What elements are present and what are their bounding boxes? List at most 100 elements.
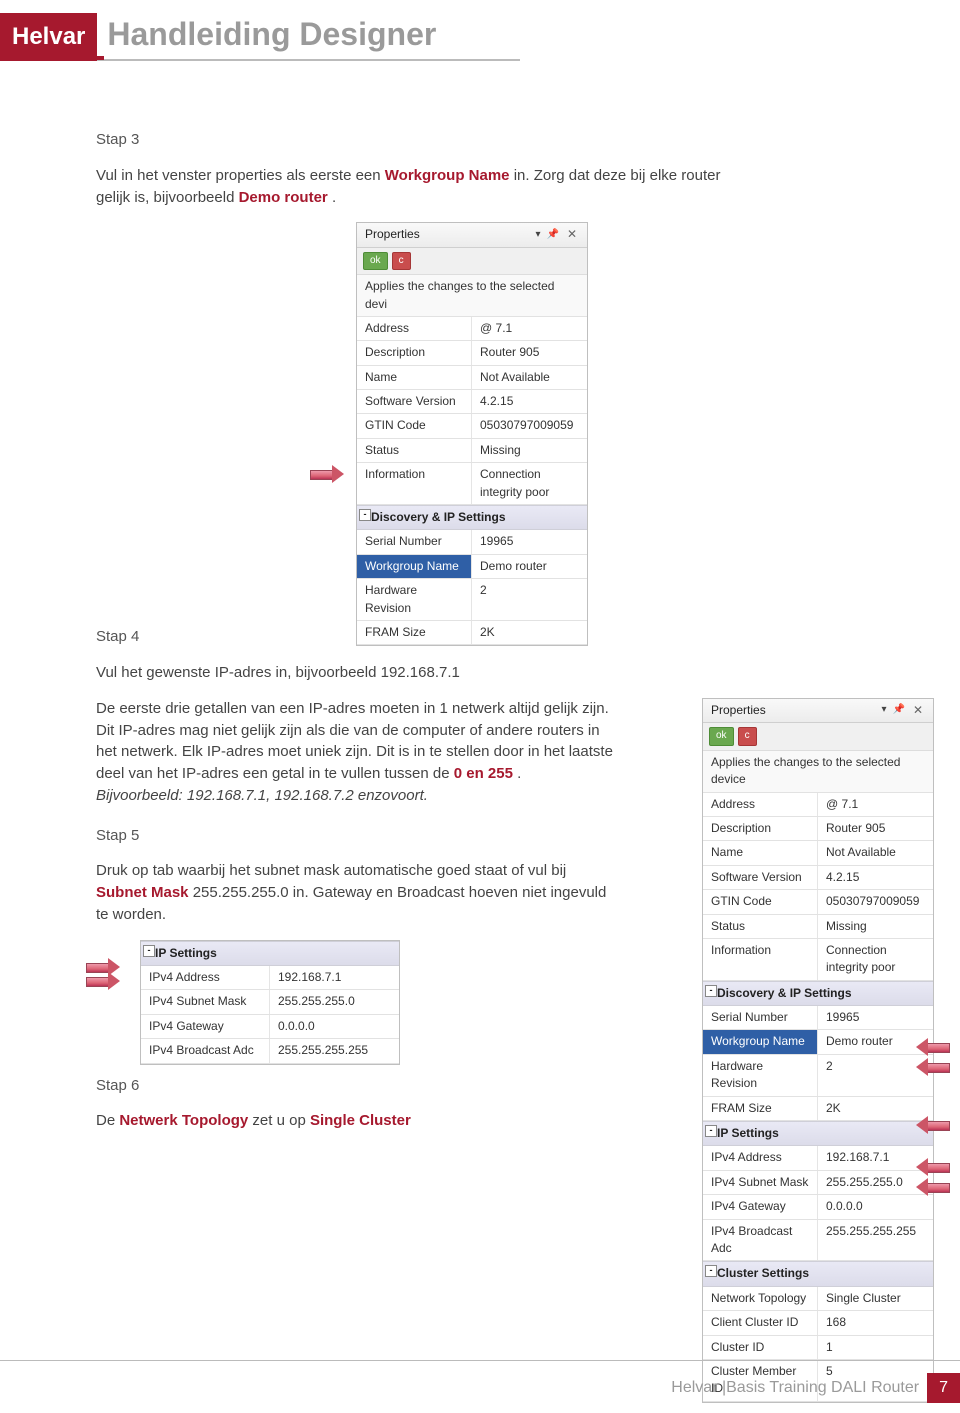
prop-row[interactable]: InformationConnection integrity poor	[703, 939, 933, 981]
prop-key: IPv4 Subnet Mask	[703, 1171, 818, 1194]
text-bold: Workgroup Name	[385, 167, 510, 184]
arrow-left-icon	[914, 1116, 950, 1134]
collapse-icon[interactable]: -	[359, 509, 371, 521]
prop-row[interactable]: Client Cluster ID168	[703, 1311, 933, 1335]
prop-row[interactable]: DescriptionRouter 905	[357, 341, 587, 365]
prop-row[interactable]: Serial Number19965	[703, 1006, 933, 1030]
prop-val: Connection integrity poor	[818, 939, 933, 980]
panel-title-bar[interactable]: Properties ▾ 📌 ✕	[703, 699, 933, 723]
callout-arrow	[310, 465, 346, 483]
prop-val: 0.0.0.0	[270, 1015, 399, 1038]
prop-row[interactable]: IPv4 Broadcast Adc255.255.255.255	[703, 1220, 933, 1262]
cancel-button[interactable]: c	[392, 252, 411, 271]
prop-row[interactable]: Network TopologySingle Cluster	[703, 1287, 933, 1311]
brand-logo: Helvar	[0, 13, 97, 61]
prop-row[interactable]: StatusMissing	[703, 915, 933, 939]
prop-row[interactable]: FRAM Size2K	[357, 621, 587, 645]
ok-button[interactable]: ok	[363, 252, 388, 271]
prop-key: IPv4 Address	[703, 1146, 818, 1169]
text: De eerste drie getallen van een IP-adres…	[96, 700, 613, 782]
prop-key: Address	[703, 793, 818, 816]
prop-row[interactable]: Hardware Revision2	[357, 579, 587, 621]
prop-row[interactable]: InformationConnection integrity poor	[357, 463, 587, 505]
callout-arrow	[914, 1178, 950, 1196]
prop-key: IPv4 Broadcast Adc	[703, 1220, 818, 1261]
prop-val: 168	[818, 1311, 933, 1334]
prop-row-selected[interactable]: Workgroup NameDemo router	[703, 1030, 933, 1054]
pin-icon[interactable]: 📌	[892, 703, 904, 718]
cancel-button[interactable]: c	[738, 727, 757, 746]
step-6-text: De Netwerk Topology zet u op Single Clus…	[96, 1110, 736, 1132]
prop-row[interactable]: IPv4 Subnet Mask255.255.255.0	[141, 990, 399, 1014]
panel-title-bar[interactable]: Properties ▾ 📌 ✕	[357, 223, 587, 247]
prop-row[interactable]: IPv4 Address192.168.7.1	[703, 1146, 933, 1170]
dropdown-icon[interactable]: ▾	[881, 703, 886, 718]
prop-row[interactable]: Software Version4.2.15	[357, 390, 587, 414]
prop-row[interactable]: StatusMissing	[357, 439, 587, 463]
section-ip[interactable]: -IP Settings	[703, 1121, 933, 1146]
prop-key: Network Topology	[703, 1287, 818, 1310]
prop-key: Cluster ID	[703, 1336, 818, 1359]
ok-button[interactable]: ok	[709, 727, 734, 746]
callout-arrow	[914, 1158, 950, 1176]
text: De	[96, 1112, 119, 1129]
arrow-right-icon	[86, 972, 122, 990]
collapse-icon[interactable]: -	[705, 985, 717, 997]
text-italic: Bijvoorbeeld: 192.168.7.1, 192.168.7.2 e…	[96, 787, 428, 804]
prop-row[interactable]: IPv4 Broadcast Adc255.255.255.255	[141, 1039, 399, 1063]
prop-row[interactable]: NameNot Available	[703, 841, 933, 865]
prop-row[interactable]: DescriptionRouter 905	[703, 817, 933, 841]
prop-row[interactable]: FRAM Size2K	[703, 1097, 933, 1121]
prop-val: Single Cluster	[818, 1287, 933, 1310]
prop-val: Missing	[818, 915, 933, 938]
prop-row[interactable]: Software Version4.2.15	[703, 866, 933, 890]
ip-rows: IPv4 Address192.168.7.1 IPv4 Subnet Mask…	[141, 966, 399, 1064]
step-4-text1: Vul het gewenste IP-adres in, bijvoorbee…	[96, 662, 736, 684]
prop-val[interactable]: Demo router	[472, 555, 587, 578]
section-title: IP Settings	[149, 946, 217, 960]
text: .	[517, 765, 521, 782]
pin-icon[interactable]: 📌	[546, 228, 558, 243]
prop-key: IPv4 Subnet Mask	[141, 990, 270, 1013]
prop-key: Software Version	[357, 390, 472, 413]
prop-row[interactable]: Address@ 7.1	[357, 317, 587, 341]
prop-row[interactable]: GTIN Code05030797009059	[357, 414, 587, 438]
prop-row[interactable]: NameNot Available	[357, 366, 587, 390]
arrow-right-icon	[310, 465, 346, 483]
section-ip[interactable]: -IP Settings	[141, 941, 399, 966]
text-bold: Subnet Mask	[96, 884, 189, 901]
properties-panel: Properties ▾ 📌 ✕ ok c Applies the change…	[702, 698, 934, 1403]
section-discovery[interactable]: -Discovery & IP Settings	[703, 981, 933, 1006]
section-cluster[interactable]: -Cluster Settings	[703, 1261, 933, 1286]
dropdown-icon[interactable]: ▾	[535, 228, 540, 243]
text: .	[332, 189, 336, 206]
prop-row-selected[interactable]: Workgroup NameDemo router	[357, 555, 587, 579]
prop-row[interactable]: Serial Number19965	[357, 530, 587, 554]
prop-row[interactable]: IPv4 Subnet Mask255.255.255.0	[703, 1171, 933, 1195]
prop-row[interactable]: GTIN Code05030797009059	[703, 890, 933, 914]
section-discovery[interactable]: -Discovery & IP Settings	[357, 505, 587, 530]
close-icon[interactable]: ✕	[911, 702, 925, 719]
prop-row[interactable]: IPv4 Address192.168.7.1	[141, 966, 399, 990]
prop-val: Missing	[472, 439, 587, 462]
collapse-icon[interactable]: -	[705, 1265, 717, 1277]
prop-row[interactable]: Hardware Revision2	[703, 1055, 933, 1097]
prop-row[interactable]: Address@ 7.1	[703, 793, 933, 817]
text-bold: Netwerk Topology	[119, 1112, 248, 1129]
discovery-rows: Serial Number19965 Workgroup NameDemo ro…	[703, 1006, 933, 1121]
panel-title: Properties	[711, 702, 766, 719]
figure-ip-settings: -IP Settings IPv4 Address192.168.7.1 IPv…	[140, 940, 400, 1065]
prop-row[interactable]: IPv4 Gateway0.0.0.0	[703, 1195, 933, 1219]
text-bold: Demo router	[239, 189, 328, 206]
page-header: Helvar Handleiding Designer	[0, 0, 960, 61]
collapse-icon[interactable]: -	[705, 1125, 717, 1137]
prop-row[interactable]: Cluster ID1	[703, 1336, 933, 1360]
prop-val: Router 905	[818, 817, 933, 840]
prop-row[interactable]: IPv4 Gateway0.0.0.0	[141, 1015, 399, 1039]
collapse-icon[interactable]: -	[143, 945, 155, 957]
page-footer: Helvar |Basis Training DALI Router 7	[671, 1373, 960, 1403]
close-icon[interactable]: ✕	[565, 226, 579, 243]
prop-val: 4.2.15	[472, 390, 587, 413]
properties-panel: Properties ▾ 📌 ✕ ok c Applies the change…	[356, 222, 588, 646]
prop-key: Client Cluster ID	[703, 1311, 818, 1334]
